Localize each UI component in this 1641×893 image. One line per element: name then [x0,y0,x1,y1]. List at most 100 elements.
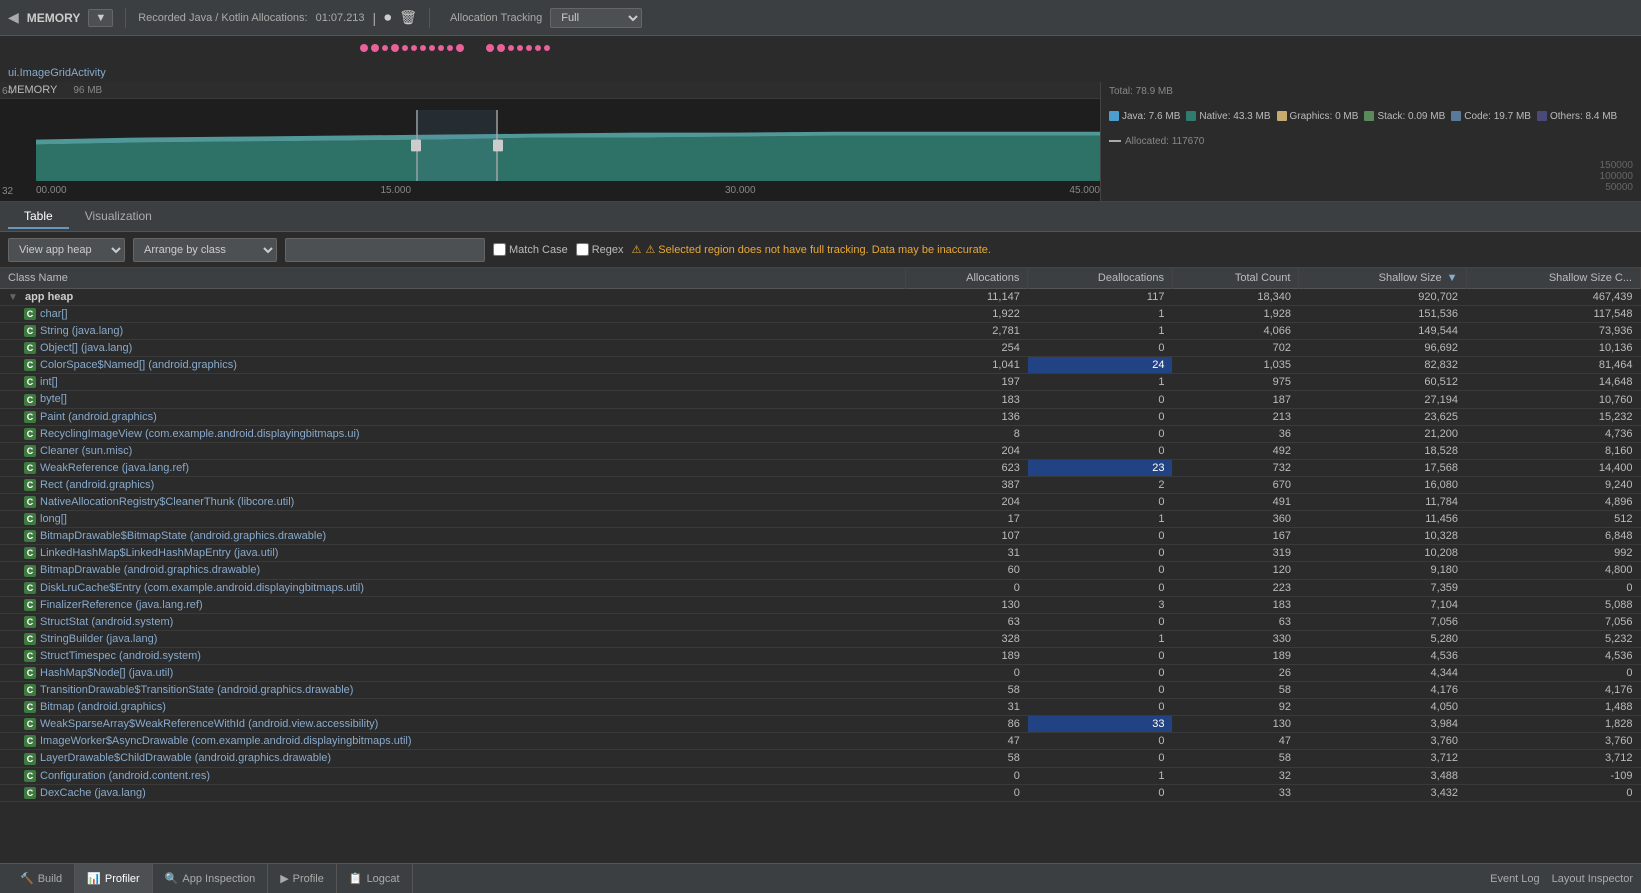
table-row[interactable]: Cint[] 197 1 975 60,512 14,648 [0,374,1641,391]
regex-label[interactable]: Regex [576,243,624,256]
table-row[interactable]: CDexCache (java.lang) 0 0 33 3,432 0 [0,784,1641,801]
table-row[interactable]: CRect (android.graphics) 387 2 670 16,08… [0,476,1641,493]
table-row[interactable]: Clong[] 17 1 360 11,456 512 [0,511,1641,528]
app-inspection-icon: 🔍 [165,872,179,885]
filter-row: View app heap Arrange by class Arrange b… [0,232,1641,268]
table-row[interactable]: CCleaner (sun.misc) 204 0 492 18,528 8,1… [0,442,1641,459]
dot-15 [517,45,523,51]
bottom-tab-logcat[interactable]: 📋 Logcat [337,864,413,893]
class-name-cell: Cint[] [0,374,906,391]
table-row[interactable]: CBitmapDrawable$BitmapState (android.gra… [0,528,1641,545]
table-row[interactable]: CConfiguration (android.content.res) 0 1… [0,767,1641,784]
table-row[interactable]: ▼ app heap 11,147 117 18,340 920,702 467… [0,289,1641,306]
table-row[interactable]: CLinkedHashMap$LinkedHashMapEntry (java.… [0,545,1641,562]
table-row[interactable]: CColorSpace$Named[] (android.graphics) 1… [0,357,1641,374]
class-type-icon: C [24,616,36,628]
class-table: Class Name Allocations Deallocations Tot… [0,268,1641,802]
col-class-name[interactable]: Class Name [0,268,906,289]
regex-checkbox[interactable] [576,243,589,256]
search-input[interactable] [285,238,485,262]
right-labels: 150000 100000 50000 [1109,160,1633,193]
class-type-icon: C [24,479,36,491]
dot-4 [391,44,399,52]
dot-14 [508,45,514,51]
table-row[interactable]: CLayerDrawable$ChildDrawable (android.gr… [0,750,1641,767]
right-100k: 100000 [1600,171,1633,182]
memory-dropdown-icon[interactable]: ▼ [88,9,113,27]
allocated-label: Allocated: 117670 [1109,136,1633,147]
time-0: 00.000 [36,185,67,199]
col-deallocations[interactable]: Deallocations [1028,268,1173,289]
table-row[interactable]: CNativeAllocationRegistry$CleanerThunk (… [0,494,1641,511]
col-shallow-size-c[interactable]: Shallow Size C... [1466,268,1640,289]
class-name-cell: CString (java.lang) [0,323,906,340]
class-name-cell: CWeakSparseArray$WeakReferenceWithId (an… [0,716,906,733]
match-case-text: Match Case [509,244,568,256]
profiler-icon: 📊 [87,872,101,885]
code-label: Code: 19.7 MB [1464,111,1531,122]
bottom-tab-profiler[interactable]: 📊 Profiler [75,864,153,893]
table-row[interactable]: CHashMap$Node[] (java.util) 0 0 26 4,344… [0,664,1641,681]
table-row[interactable]: CStructStat (android.system) 63 0 63 7,0… [0,613,1641,630]
app-inspection-label: App Inspection [182,873,255,885]
table-row[interactable]: CStructTimespec (android.system) 189 0 1… [0,647,1641,664]
full-dropdown[interactable]: Full Sampled [550,8,642,28]
table-row[interactable]: CPaint (android.graphics) 136 0 213 23,6… [0,408,1641,425]
class-type-icon: C [24,325,36,337]
arrange-by-class-dropdown[interactable]: Arrange by class Arrange by callstack [133,238,277,262]
table-row[interactable]: CTransitionDrawable$TransitionState (and… [0,682,1641,699]
native-label: Native: 43.3 MB [1199,111,1270,122]
class-name-cell: CRect (android.graphics) [0,476,906,493]
class-name-cell: CBitmapDrawable (android.graphics.drawab… [0,562,906,579]
table-row[interactable]: CBitmap (android.graphics) 31 0 92 4,050… [0,699,1641,716]
java-label: Java: 7.6 MB [1122,111,1180,122]
match-case-label[interactable]: Match Case [493,243,568,256]
class-type-icon: C [24,787,36,799]
layout-inspector-link[interactable]: Layout Inspector [1552,873,1633,885]
tab-visualization[interactable]: Visualization [69,205,168,229]
class-name-cell: CDexCache (java.lang) [0,784,906,801]
memory-chart-svg [36,110,1100,181]
back-button[interactable]: ◀ [8,9,19,26]
table-row[interactable]: CObject[] (java.lang) 254 0 702 96,692 1… [0,340,1641,357]
class-name-cell: CRecyclingImageView (com.example.android… [0,425,906,442]
event-log-link[interactable]: Event Log [1490,873,1540,885]
logcat-icon: 📋 [349,872,363,885]
table-row[interactable]: CString (java.lang) 2,781 1 4,066 149,54… [0,323,1641,340]
dots-row [0,36,1641,60]
table-row[interactable]: CStringBuilder (java.lang) 328 1 330 5,2… [0,630,1641,647]
col-allocations[interactable]: Allocations [906,268,1028,289]
class-type-icon: C [24,462,36,474]
tab-table[interactable]: Table [8,205,69,229]
table-row[interactable]: CBitmapDrawable (android.graphics.drawab… [0,562,1641,579]
table-container[interactable]: Class Name Allocations Deallocations Tot… [0,268,1641,863]
legend-java: Java: 7.6 MB [1109,111,1180,122]
table-row[interactable]: CImageWorker$AsyncDrawable (com.example.… [0,733,1641,750]
table-row[interactable]: CWeakSparseArray$WeakReferenceWithId (an… [0,716,1641,733]
table-row[interactable]: CRecyclingImageView (com.example.android… [0,425,1641,442]
dot-1 [360,44,368,52]
table-row[interactable]: CWeakReference (java.lang.ref) 623 23 73… [0,459,1641,476]
table-row[interactable]: CDiskLruCache$Entry (com.example.android… [0,579,1641,596]
activity-label: ui.ImageGridActivity [0,60,1641,82]
class-name-cell: CStringBuilder (java.lang) [0,630,906,647]
col-total-count[interactable]: Total Count [1172,268,1299,289]
view-app-heap-dropdown[interactable]: View app heap [8,238,125,262]
mem-label-32: 32 [2,186,34,197]
dot-11 [456,44,464,52]
stop-button[interactable]: 🗑 [399,9,417,26]
table-row[interactable]: Cbyte[] 183 0 187 27,194 10,760 [0,391,1641,408]
bottom-tab-app-inspection[interactable]: 🔍 App Inspection [153,864,268,893]
stack-swatch [1364,111,1374,121]
table-row[interactable]: Cchar[] 1,922 1 1,928 151,536 117,548 [0,306,1641,323]
table-row[interactable]: CFinalizerReference (java.lang.ref) 130 … [0,596,1641,613]
graphics-label: Graphics: 0 MB [1290,111,1359,122]
build-label: Build [38,873,62,885]
warning-text: ⚠ ⚠ Selected region does not have full t… [632,243,991,256]
col-shallow-size[interactable]: Shallow Size ▼ [1299,268,1466,289]
bottom-tab-build[interactable]: 🔨 Build [8,864,75,893]
bottom-tab-profile[interactable]: ▶ Profile [268,864,337,893]
class-type-icon: C [24,547,36,559]
match-case-checkbox[interactable] [493,243,506,256]
record-button[interactable]: ⏺ [384,9,391,26]
